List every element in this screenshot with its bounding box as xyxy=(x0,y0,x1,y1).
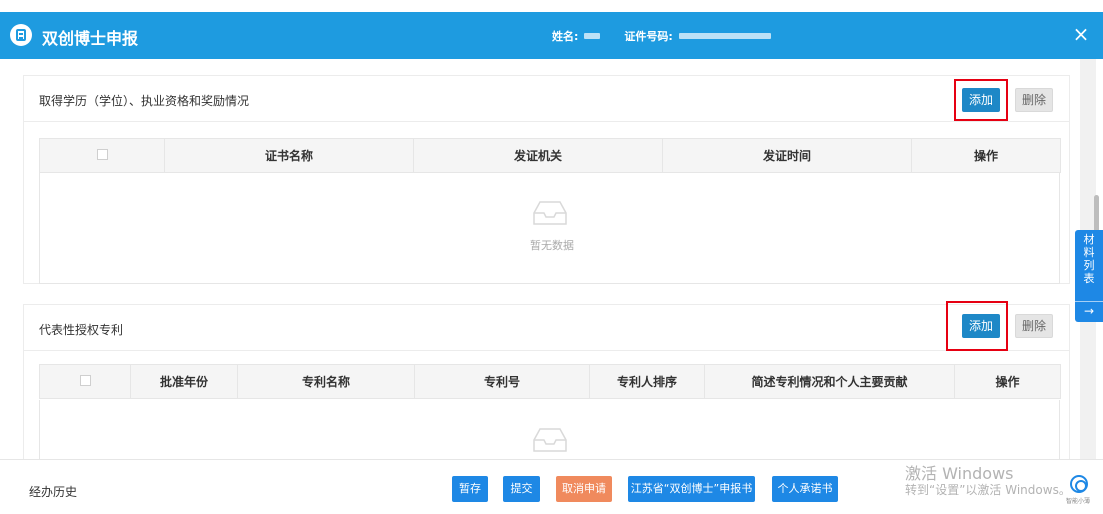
select-all-checkbox[interactable] xyxy=(96,148,108,160)
history-link[interactable]: 经办历史 xyxy=(29,483,77,500)
table-header-row: 证书名称 发证机关 发证时间 操作 xyxy=(39,138,1061,173)
select-all-checkbox[interactable] xyxy=(79,374,91,386)
delete-patent-button[interactable]: 删除 xyxy=(1015,314,1053,338)
footer-bar: 经办历史 暂存 提交 取消申请 江苏省“双创博士”申报书 个人承诺书 激活 Wi… xyxy=(0,459,1103,514)
arrow-right-icon: → xyxy=(1075,301,1103,318)
application-form-button[interactable]: 江苏省“双创博士”申报书 xyxy=(628,476,755,502)
education-section-title: 取得学历（学位）、执业资格和奖励情况 xyxy=(39,94,250,108)
applicant-info: 姓名: 证件号码: xyxy=(552,28,771,44)
submit-button[interactable]: 提交 xyxy=(503,476,540,502)
add-patent-button[interactable]: 添加 xyxy=(962,314,1000,338)
column-header: 专利人排序 xyxy=(589,364,705,399)
id-value-redacted xyxy=(678,33,771,39)
form-content: 取得学历（学位）、执业资格和奖励情况 添加 删除 证书名称 发证机关 发证时间 … xyxy=(0,59,1080,459)
table-header-row: 批准年份 专利名称 专利号 专利人排序 简述专利情况和个人主要贡献 操作 xyxy=(39,364,1061,399)
add-education-button[interactable]: 添加 xyxy=(962,88,1000,112)
select-all-cell xyxy=(39,364,131,399)
column-header: 操作 xyxy=(911,138,1061,173)
form-icon xyxy=(10,24,32,46)
patent-section: 代表性授权专利 添加 删除 批准年份 专利名称 专利号 专利人排序 简述专利情况… xyxy=(23,301,1070,459)
education-table: 证书名称 发证机关 发证时间 操作 xyxy=(39,138,1061,173)
column-header: 简述专利情况和个人主要贡献 xyxy=(704,364,955,399)
dialog-header: 双创博士申报 姓名: 证件号码: × xyxy=(0,12,1103,59)
commitment-letter-button[interactable]: 个人承诺书 xyxy=(772,476,838,502)
education-section: 取得学历（学位）、执业资格和奖励情况 添加 删除 证书名称 发证机关 发证时间 … xyxy=(23,75,1070,284)
column-header: 专利号 xyxy=(414,364,590,399)
column-header: 专利名称 xyxy=(237,364,415,399)
delete-education-button[interactable]: 删除 xyxy=(1015,88,1053,112)
education-section-header: 取得学历（学位）、执业资格和奖励情况 添加 删除 xyxy=(24,76,1069,122)
column-header: 证书名称 xyxy=(164,138,414,173)
empty-state xyxy=(39,400,1060,459)
select-all-cell xyxy=(39,138,165,173)
patent-table: 批准年份 专利名称 专利号 专利人排序 简述专利情况和个人主要贡献 操作 xyxy=(39,364,1061,399)
close-icon[interactable]: × xyxy=(1069,22,1093,46)
side-tab-label: 材 料 列 表 xyxy=(1083,233,1095,285)
name-value-redacted xyxy=(584,33,601,39)
material-list-tab[interactable]: 材 料 列 表 → xyxy=(1075,230,1103,322)
empty-inbox-icon xyxy=(533,428,567,452)
patent-section-header: 代表性授权专利 添加 删除 xyxy=(24,301,1069,351)
column-header: 操作 xyxy=(954,364,1061,399)
empty-inbox-icon xyxy=(533,201,567,225)
column-header: 发证机关 xyxy=(413,138,663,173)
empty-text: 暂无数据 xyxy=(530,239,574,252)
assistant-icon[interactable]: 智能小薄 xyxy=(1066,473,1090,505)
column-header: 批准年份 xyxy=(130,364,238,399)
id-label: 证件号码: xyxy=(624,30,673,43)
save-draft-button[interactable]: 暂存 xyxy=(452,476,488,502)
dialog-title: 双创博士申报 xyxy=(42,29,139,48)
name-label: 姓名: xyxy=(552,30,579,43)
assistant-label: 智能小薄 xyxy=(1066,498,1091,505)
patent-section-title: 代表性授权专利 xyxy=(39,323,124,337)
windows-activation-hint: 转到“设置”以激活 Windows。 xyxy=(905,483,1071,497)
empty-state: 暂无数据 xyxy=(39,173,1060,284)
cancel-application-button[interactable]: 取消申请 xyxy=(556,476,612,502)
column-header: 发证时间 xyxy=(662,138,912,173)
